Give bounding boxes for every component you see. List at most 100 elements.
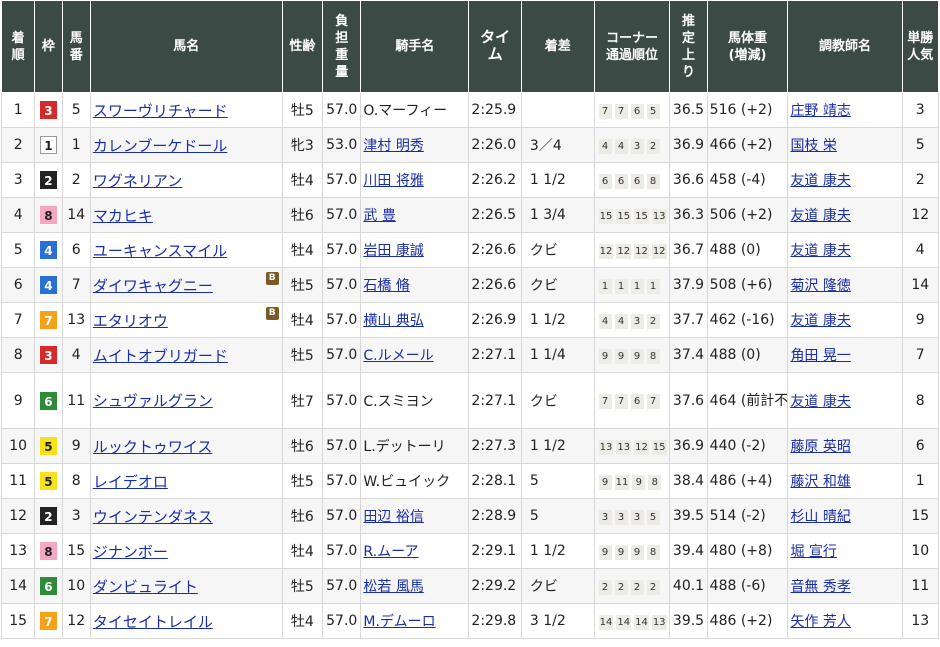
horse-name-link[interactable]: ダイワキャグニー [93, 277, 213, 295]
sex-age: 牡4 [290, 544, 314, 560]
corner-position: 7 [614, 103, 628, 119]
jockey-link[interactable]: 石橋 脩 [363, 278, 409, 294]
margin-cell: 1 1/2 [520, 162, 595, 198]
trainer-cell: 友道 康夫 [787, 302, 903, 338]
trainer-cell: 堀 宣行 [787, 533, 903, 569]
finish-time: 2:25.9 [471, 102, 517, 118]
rank-cell: 8 [0, 337, 36, 373]
frame-badge: 5 [39, 472, 57, 490]
last3f-cell: 37.4 [669, 337, 708, 373]
jockey-link[interactable]: 田辺 裕信 [363, 509, 423, 525]
horse-cell: ユーキャンスマイル [89, 232, 283, 268]
trainer-link[interactable]: 友道 康夫 [790, 394, 850, 410]
horse-name-link[interactable]: ウインテンダネス [93, 508, 213, 526]
trainer-link[interactable]: 庄野 靖志 [790, 103, 850, 119]
weight-cell: 488 (0) [706, 337, 789, 373]
corner-position: 2 [614, 579, 628, 595]
jockey-cell: R.ムーア [360, 533, 470, 569]
last-3f: 36.7 [672, 242, 705, 258]
trainer-link[interactable]: 矢作 芳人 [790, 614, 850, 630]
horse-name-link[interactable]: ルックトゥワイス [93, 438, 213, 456]
last-3f: 37.4 [672, 347, 705, 363]
sex-age-cell: 牡5 [281, 568, 324, 604]
rank-cell: 10 [0, 428, 36, 464]
trainer-link[interactable]: 音無 秀孝 [790, 579, 850, 595]
horse-name-link[interactable]: シュヴァルグラン [93, 392, 213, 410]
trainer-link[interactable]: 友道 康夫 [790, 173, 850, 189]
horse-name-link[interactable]: タイセイトレイル [93, 613, 213, 631]
rank-cell: 14 [0, 568, 36, 604]
number-cell: 14 [61, 197, 91, 233]
corner-position: 4 [598, 138, 612, 154]
corner-position: 3 [614, 509, 628, 525]
jockey-name: W.ビュイック [363, 474, 451, 490]
horse-cell: ダイワキャグニー B [89, 267, 283, 303]
trainer-link[interactable]: 友道 康夫 [790, 243, 850, 259]
jockey-link[interactable]: R.ムーア [363, 544, 418, 560]
horse-name-link[interactable]: ジナンボー [93, 543, 168, 561]
time-cell: 2:25.9 [468, 92, 522, 128]
header-row: 着順 枠 馬番 馬名 性齢 負担重量 騎手名 タイム 着差 コーナー通過順位 推… [0, 0, 940, 93]
jockey-link[interactable]: 津村 明秀 [363, 138, 423, 154]
popularity: 6 [915, 438, 925, 454]
corner-position: 9 [614, 544, 628, 560]
corner-position: 1 [646, 278, 660, 294]
number-cell: 12 [61, 603, 91, 639]
trainer-link[interactable]: 藤原 英昭 [790, 439, 850, 455]
last3f-cell: 39.4 [669, 533, 708, 569]
horse-name-link[interactable]: ダンビュライト [93, 578, 198, 596]
header-popularity-label: 単勝人気 [907, 30, 934, 63]
horse-name-link[interactable]: ムイトオブリガード [93, 347, 228, 365]
burden-weight: 57.0 [326, 242, 358, 258]
trainer-link[interactable]: 角田 晃一 [790, 348, 850, 364]
corner-position: 15 [651, 439, 667, 455]
trainer-link[interactable]: 杉山 晴紀 [790, 509, 850, 525]
corner-position: 8 [646, 173, 660, 189]
jockey-link[interactable]: 横山 典弘 [363, 313, 423, 329]
rank: 8 [13, 347, 23, 363]
jockey-cell: 武 豊 [360, 197, 470, 233]
jockey-cell: C.ルメール [360, 337, 470, 373]
corner-position: 3 [630, 138, 644, 154]
horse-name-link[interactable]: レイデオロ [93, 473, 168, 491]
jockey-link[interactable]: 松若 風馬 [363, 579, 423, 595]
horse-name-link[interactable]: エタリオウ [93, 312, 168, 330]
jockey-link[interactable]: 武 豊 [363, 208, 395, 224]
margin: 1 3/4 [529, 207, 566, 223]
jockey-link[interactable]: M.デムーロ [363, 614, 435, 630]
rank-cell: 1 [0, 92, 36, 128]
margin-cell: クビ [520, 568, 595, 604]
jockey-link[interactable]: 川田 将雅 [363, 173, 423, 189]
number-cell: 7 [61, 267, 91, 303]
corner-positions: 6668 [597, 173, 660, 189]
number-cell: 8 [61, 463, 91, 499]
trainer-link[interactable]: 友道 康夫 [790, 313, 850, 329]
trainer-cell: 友道 康夫 [787, 162, 903, 198]
horse-name-link[interactable]: カレンブーケドール [93, 137, 228, 155]
popularity-cell: 2 [901, 162, 940, 198]
trainer-link[interactable]: 堀 宣行 [790, 544, 836, 560]
popularity-cell: 11 [901, 568, 940, 604]
burden-cell: 57.0 [322, 533, 362, 569]
jockey-name: L.デットーリ [363, 439, 446, 455]
body-weight: 506 (+2) [709, 207, 773, 223]
horse-name-link[interactable]: マカヒキ [93, 207, 153, 225]
weight-cell: 488 (-6) [706, 568, 789, 604]
horse-name-link[interactable]: スワーヴリチャード [93, 102, 228, 120]
horse-name-link[interactable]: ユーキャンスマイル [93, 242, 227, 260]
last3f-cell: 36.9 [669, 127, 708, 163]
header-jockey-label: 騎手名 [395, 39, 435, 54]
trainer-link[interactable]: 国枝 栄 [790, 138, 836, 154]
corner-position: 2 [646, 313, 660, 329]
trainer-link[interactable]: 藤沢 和雄 [790, 474, 850, 490]
jockey-link[interactable]: C.ルメール [363, 348, 433, 364]
burden-cell: 57.0 [322, 162, 362, 198]
trainer-link[interactable]: 友道 康夫 [790, 208, 850, 224]
horse-number: 4 [71, 347, 81, 363]
jockey-link[interactable]: 岩田 康誠 [363, 243, 423, 259]
horse-cell: レイデオロ [89, 463, 283, 499]
table-row: 4 8 14 マカヒキ 牡6 57.0 武 豊 2:26.5 1 3/4 15 15 15 13 36.3… [0, 197, 940, 233]
trainer-link[interactable]: 菊沢 隆徳 [790, 278, 850, 294]
horse-name-link[interactable]: ワグネリアン [93, 172, 182, 190]
blinker-badge: B [265, 272, 279, 285]
